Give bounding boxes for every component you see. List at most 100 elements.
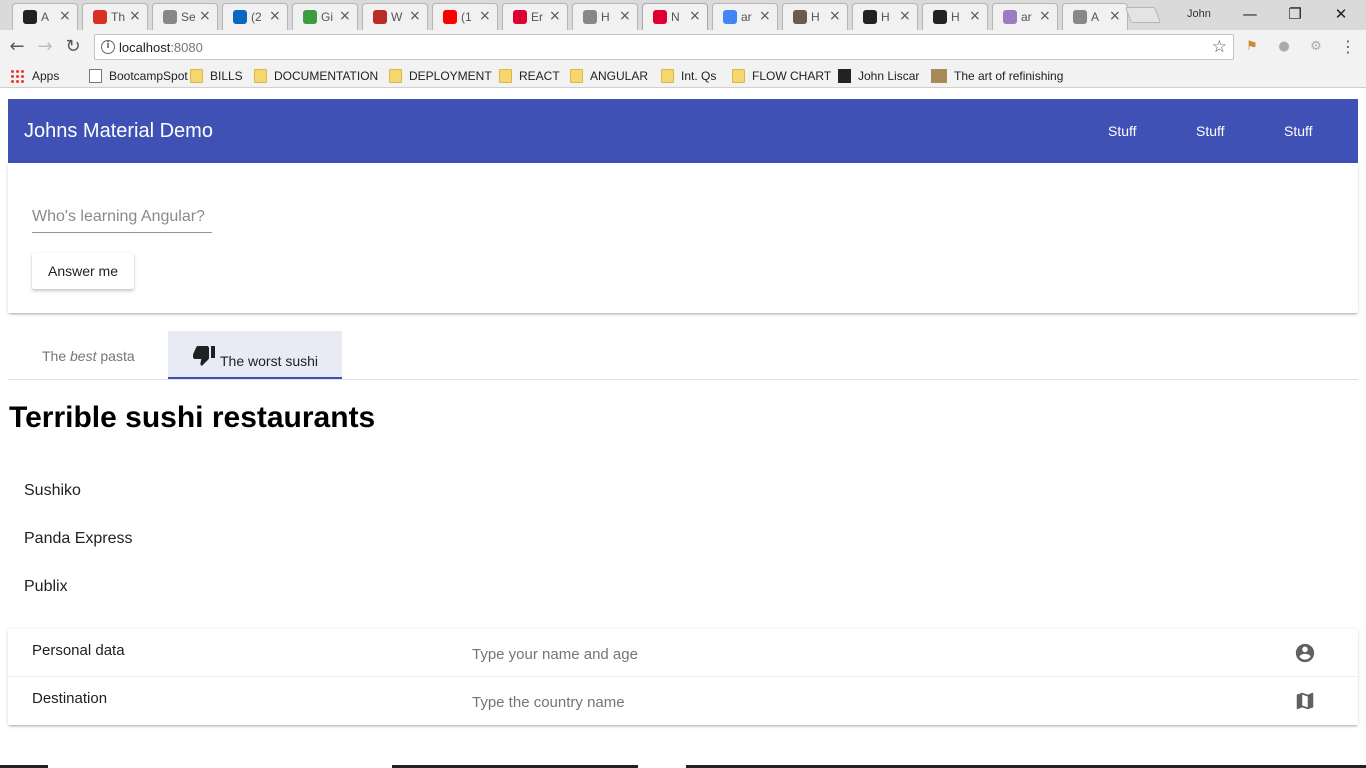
reload-icon[interactable]: ↻	[63, 37, 83, 57]
browser-tab[interactable]: W ×	[362, 3, 428, 30]
close-tab-icon[interactable]: ×	[829, 9, 841, 23]
new-tab-button[interactable]	[1125, 7, 1161, 23]
bookmark-item[interactable]: John Liscar	[838, 68, 919, 84]
close-tab-icon[interactable]: ×	[199, 9, 211, 23]
folder-icon	[732, 69, 745, 83]
close-tab-icon[interactable]: ×	[899, 9, 911, 23]
close-tab-icon[interactable]: ×	[409, 9, 421, 23]
map-icon	[1296, 692, 1314, 710]
bookmark-item[interactable]: REACT	[499, 68, 560, 84]
browser-tab[interactable]: Th ×	[82, 3, 148, 30]
app-title: Johns Material Demo	[24, 120, 213, 142]
panel-personal-data[interactable]: Personal data Type your name and age	[8, 629, 1358, 677]
profile-button[interactable]: John	[1187, 8, 1211, 20]
nav-link-stuff[interactable]: Stuff	[1284, 123, 1313, 139]
app-toolbar: Johns Material Demo Stuff Stuff Stuff	[8, 99, 1358, 163]
browser-tab[interactable]: Gi ×	[292, 3, 358, 30]
nav-link-stuff[interactable]: Stuff	[1196, 123, 1225, 139]
panel-description: Type the country name	[472, 694, 625, 711]
tab-title: A	[41, 10, 50, 24]
close-tab-icon[interactable]: ×	[479, 9, 491, 23]
close-tab-icon[interactable]: ×	[339, 9, 351, 23]
list-item: Publix	[24, 578, 68, 595]
back-arrow-icon[interactable]: ←	[7, 37, 27, 57]
bookmark-item[interactable]: BILLS	[190, 68, 243, 84]
browser-tab[interactable]: A ×	[12, 3, 78, 30]
minimize-icon[interactable]: —	[1235, 4, 1265, 24]
tab-title: N	[671, 10, 680, 24]
bookmark-item[interactable]: DEPLOYMENT	[389, 68, 492, 84]
close-tab-icon[interactable]: ×	[59, 9, 71, 23]
page-heading: Terrible sushi restaurants	[9, 401, 376, 434]
tab-best-pasta[interactable]: The best pasta	[8, 331, 168, 379]
close-tab-icon[interactable]: ×	[689, 9, 701, 23]
browser-tab[interactable]: ar ×	[992, 3, 1058, 30]
tab-title: ar	[1021, 10, 1032, 24]
bookmark-label: Apps	[32, 69, 60, 83]
medium-icon	[863, 10, 877, 24]
bookmark-item[interactable]: Int. Qs	[661, 68, 716, 84]
close-tab-icon[interactable]: ×	[1039, 9, 1051, 23]
bookmark-item[interactable]: BootcampSpot	[89, 68, 188, 84]
tab-title: A	[1091, 10, 1100, 24]
browser-tab[interactable]: H ×	[852, 3, 918, 30]
extension-icon[interactable]: ⚙	[1308, 39, 1324, 55]
tab-label: The worst sushi	[220, 353, 319, 369]
browser-tab[interactable]: H ×	[922, 3, 988, 30]
panel-destination[interactable]: Destination Type the country name	[8, 677, 1358, 725]
question-input[interactable]	[32, 205, 212, 229]
bookmark-label: John Liscar	[858, 69, 920, 83]
bookmark-label: The art of refinishing	[954, 69, 1064, 83]
page-icon	[163, 10, 177, 24]
tab-worst-sushi[interactable]: The worst sushi	[168, 331, 342, 379]
extension-icon[interactable]: ⚑	[1244, 39, 1260, 55]
bookmark-star-icon[interactable]: ☆	[1212, 37, 1227, 57]
bookmarks-bar: Apps BootcampSpot BILLS DOCUMENTATION DEPLOY…	[0, 64, 1366, 88]
browser-tab[interactable]: ar ×	[712, 3, 778, 30]
list-item: Sushiko	[24, 482, 81, 499]
browser-tab[interactable]: Er ×	[502, 3, 568, 30]
tab-title: W	[391, 10, 403, 24]
browser-menu-icon[interactable]: ⋮	[1338, 37, 1358, 57]
close-tab-icon[interactable]: ×	[269, 9, 281, 23]
bookmark-label: Int. Qs	[681, 69, 717, 83]
nav-link-stuff[interactable]: Stuff	[1108, 123, 1137, 139]
site-info-icon[interactable]: i	[101, 40, 115, 54]
bookmark-item[interactable]: The art of refinishing	[931, 68, 1063, 84]
apps-grid-icon	[10, 69, 24, 83]
bookmark-item[interactable]: Apps	[10, 68, 59, 84]
browser-tab[interactable]: A ×	[1062, 3, 1128, 30]
angular-icon	[653, 10, 667, 24]
close-tab-icon[interactable]: ×	[969, 9, 981, 23]
bookmark-label: ANGULAR	[590, 69, 649, 83]
forward-arrow-icon[interactable]: →	[35, 37, 55, 57]
browser-tab[interactable]: (2 ×	[222, 3, 288, 30]
close-tab-icon[interactable]: ×	[549, 9, 561, 23]
github-icon	[23, 10, 37, 24]
close-tab-icon[interactable]: ×	[129, 9, 141, 23]
answer-button[interactable]: Answer me	[32, 253, 134, 289]
browser-tab[interactable]: N ×	[642, 3, 708, 30]
heroku-icon	[1003, 10, 1017, 24]
browser-tab[interactable]: (1 ×	[432, 3, 498, 30]
browser-tab[interactable]: H ×	[572, 3, 638, 30]
folder-icon	[389, 69, 402, 83]
restore-icon[interactable]: ❐	[1280, 4, 1310, 24]
browser-tab[interactable]: H ×	[782, 3, 848, 30]
close-tab-icon[interactable]: ×	[619, 9, 631, 23]
bookmark-label: FLOW CHART	[752, 69, 832, 83]
bookmark-item[interactable]: DOCUMENTATION	[254, 68, 378, 84]
browser-tab[interactable]: Se ×	[152, 3, 218, 30]
extension-icon[interactable]: ●	[1276, 39, 1292, 55]
bookmark-label: BILLS	[210, 69, 243, 83]
bookmark-item[interactable]: FLOW CHART	[732, 68, 831, 84]
close-tab-icon[interactable]: ×	[1109, 9, 1121, 23]
close-tab-icon[interactable]: ×	[759, 9, 771, 23]
browser-tab-strip: A × Th × Se × (2 × Gi × W × (1 × Er × H × N × ar × H × H × H × ar × A ×…	[0, 0, 1366, 30]
bookmark-item[interactable]: ANGULAR	[570, 68, 648, 84]
url-text[interactable]: localhost:8080	[119, 40, 203, 55]
tab-title: Er	[531, 10, 543, 24]
question-field	[32, 205, 212, 233]
address-bar[interactable]: i localhost:8080 ☆	[94, 34, 1234, 60]
close-window-icon[interactable]: ✕	[1326, 4, 1356, 24]
